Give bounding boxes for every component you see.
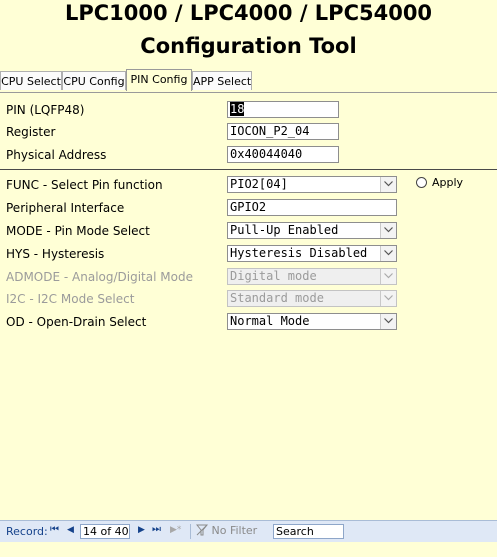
chevron-down-icon[interactable]: [380, 223, 396, 238]
func-value: PIO2[04]: [230, 177, 288, 191]
func-select[interactable]: PIO2[04]: [227, 176, 397, 193]
physical-address-label: Physical Address: [6, 148, 107, 162]
app-title-line2: Configuration Tool: [140, 34, 357, 58]
tab-strip: CPU Select CPU Config PIN Config APP Sel…: [0, 69, 497, 92]
radio-icon[interactable]: [416, 177, 427, 188]
chevron-down-icon: [380, 269, 396, 284]
register-field[interactable]: IOCON_P2_04: [227, 123, 339, 140]
pin-field[interactable]: 18: [227, 101, 339, 118]
tab-pin-config[interactable]: PIN Config: [126, 69, 192, 91]
last-record-icon[interactable]: ⏭: [152, 524, 161, 535]
section-divider: [0, 169, 497, 170]
register-label: Register: [6, 125, 56, 139]
i2c-value: Standard mode: [230, 291, 324, 305]
next-record-icon[interactable]: ▶: [138, 525, 145, 535]
nav-separator: [190, 524, 191, 539]
chevron-down-icon: [380, 291, 396, 306]
tab-cpu-config[interactable]: CPU Config: [62, 71, 126, 90]
record-number-field[interactable]: 14 of 40: [80, 524, 130, 539]
od-select[interactable]: Normal Mode: [227, 313, 397, 330]
mode-select[interactable]: Pull-Up Enabled: [227, 222, 397, 239]
app-title-line1: LPC1000 / LPC4000 / LPC54000: [64, 1, 433, 25]
mode-label: MODE - Pin Mode Select: [6, 224, 150, 238]
record-label: Record:: [6, 525, 48, 538]
peripheral-interface-field[interactable]: GPIO2: [227, 199, 397, 216]
chevron-down-icon[interactable]: [380, 177, 396, 192]
apply-label: Apply: [432, 176, 464, 189]
i2c-select: Standard mode: [227, 290, 397, 307]
i2c-label: I2C - I2C Mode Select: [6, 292, 135, 306]
admode-label: ADMODE - Analog/Digital Mode: [6, 270, 193, 284]
hys-label: HYS - Hysteresis: [6, 247, 105, 261]
no-filter-label: No Filter: [211, 524, 258, 537]
chevron-down-icon[interactable]: [380, 246, 396, 261]
app-header: LPC1000 / LPC4000 / LPC54000 Configurati…: [0, 0, 497, 70]
no-filter-button[interactable]: No Filter: [195, 524, 258, 537]
first-record-icon[interactable]: ⏮: [50, 524, 59, 535]
peripheral-interface-label: Peripheral Interface: [6, 201, 125, 215]
tab-app-select[interactable]: APP Select: [192, 71, 252, 90]
func-label: FUNC - Select Pin function: [6, 178, 163, 192]
physical-address-field[interactable]: 0x40044040: [227, 146, 339, 163]
tab-cpu-select[interactable]: CPU Select: [0, 71, 62, 90]
admode-select: Digital mode: [227, 268, 397, 285]
pin-label: PIN (LQFP48): [6, 103, 85, 117]
record-navigation-bar: Record: ⏮ ◀ 14 of 40 ▶ ⏭ ▶* No Filter Se…: [0, 520, 497, 542]
filter-icon: [195, 524, 209, 536]
chevron-down-icon[interactable]: [380, 314, 396, 329]
od-value: Normal Mode: [230, 314, 310, 328]
search-field[interactable]: Search: [273, 524, 344, 539]
pin-value: 18: [230, 102, 245, 116]
admode-value: Digital mode: [230, 269, 317, 283]
mode-value: Pull-Up Enabled: [230, 223, 339, 237]
new-record-icon[interactable]: ▶*: [170, 525, 181, 535]
od-label: OD - Open-Drain Select: [6, 315, 147, 329]
bottom-strip: [0, 542, 497, 557]
hys-select[interactable]: Hysteresis Disabled: [227, 245, 397, 262]
hys-value: Hysteresis Disabled: [230, 246, 368, 260]
prev-record-icon[interactable]: ◀: [67, 525, 74, 535]
